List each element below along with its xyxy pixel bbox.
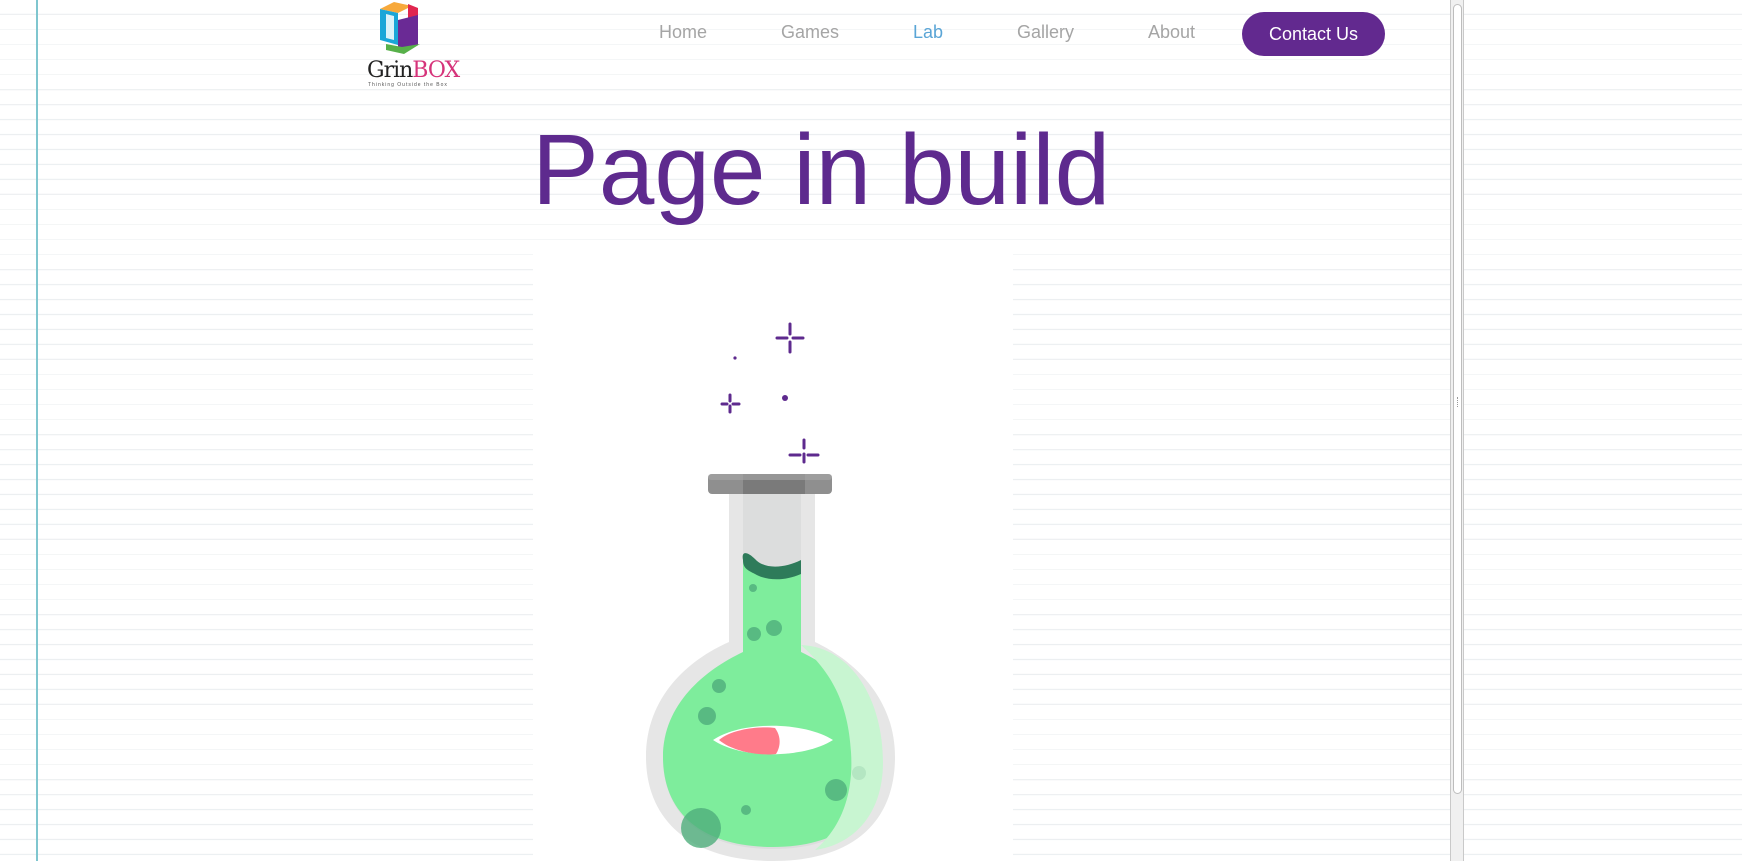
nav-item-home[interactable]: Home: [659, 22, 707, 43]
potion-flask-icon: [646, 322, 895, 861]
site-logo[interactable]: GrinBOX Thinking Outside the Box: [364, 0, 460, 92]
nav-item-lab[interactable]: Lab: [913, 22, 943, 43]
nav-item-gallery[interactable]: Gallery: [1017, 22, 1074, 43]
logo-tagline: Thinking Outside the Box: [368, 82, 448, 88]
page: GrinBOX Thinking Outside the Box Home Ga…: [0, 0, 1450, 861]
scrollbar-thumb[interactable]: [1453, 4, 1462, 794]
page-title: Page in build: [532, 114, 1111, 226]
vertical-scrollbar[interactable]: [1450, 0, 1464, 861]
logo-wordmark: GrinBOX: [367, 58, 460, 83]
illustration-panel: [533, 242, 1013, 861]
grip-icon: [1457, 397, 1460, 407]
cube-logo-icon: [380, 2, 420, 54]
sparkle-icon: [720, 322, 820, 464]
contact-us-button[interactable]: Contact Us: [1242, 12, 1385, 56]
nav-item-games[interactable]: Games: [781, 22, 839, 43]
nav-item-about[interactable]: About: [1148, 22, 1195, 43]
